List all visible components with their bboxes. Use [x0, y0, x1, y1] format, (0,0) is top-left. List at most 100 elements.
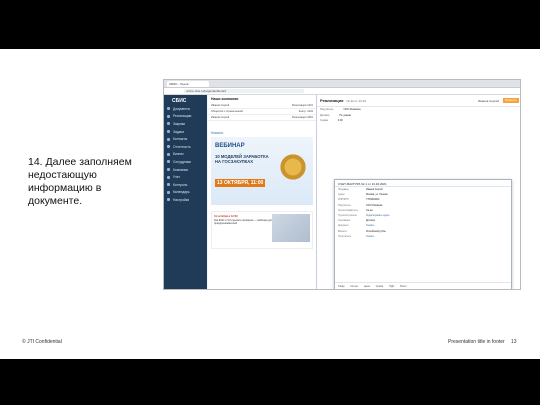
feed-row-number: 1234 [307, 110, 313, 113]
business-icon [167, 152, 170, 156]
address-bar: online.sbis.ru/page/dashboard [164, 88, 520, 95]
control-icon [167, 183, 170, 187]
invoice-popup: СЧЕТ-ФАКТУРА № 1 от 13.10.2021 Продавец И… [334, 179, 512, 289]
invoice-row-label: Валюта [338, 229, 347, 233]
sales-icon [167, 114, 170, 118]
invoice-row-label: Грузоотправитель [338, 208, 358, 212]
field-value: 0.00 [337, 119, 343, 123]
sidebar-item-control[interactable]: Контроль [164, 181, 207, 189]
invoice-row-value: Москва, ул. Ленина [366, 193, 388, 197]
invoice-row-link[interactable]: Указать [366, 224, 375, 227]
sidebar-item-documents[interactable]: Документы [164, 105, 207, 113]
news-card[interactable]: 19 октября в 12:00 Как ФНС и ЧЗ сделали п… [211, 211, 313, 249]
invoice-column-header: Сумма [375, 285, 384, 288]
documents-icon [167, 107, 170, 111]
footer-confidential: © JTI Confidential [22, 339, 62, 345]
webinar-date: 13 ОКТЯБРЯ, 11:00 [215, 179, 266, 187]
sidebar-item-reports[interactable]: Отчетность [164, 143, 207, 151]
contacts-icon [167, 137, 170, 141]
invoice-column-header: Всего [400, 285, 407, 288]
sidebar-item-label: Отчетность [173, 144, 191, 149]
feed-row-name: Иванов Сергей [211, 104, 230, 107]
document-number[interactable]: № 42 от 13.10 [346, 99, 366, 103]
sidebar-item-label: Бизнес [173, 152, 184, 157]
news-card-image [272, 214, 310, 242]
invoice-row-label: Получатель [338, 234, 352, 238]
invoice-columns: Товар Кол-во Цена Сумма НДС Всего [335, 282, 511, 289]
document-header: Реализация № 42 от 13.10 Иванов Сергей П… [317, 95, 520, 107]
invoice-column-header: Кол-во [350, 285, 358, 288]
slide: 14. Далее заполняем недостающую информац… [0, 49, 540, 359]
page-number: 13 [511, 339, 517, 345]
feed-panel: Наши компании Иванов Сергей Реализация 13… [208, 95, 316, 289]
field-label: Сумма [320, 119, 328, 123]
sidebar-item-contacts[interactable]: Контакты [164, 135, 207, 143]
invoice-column-header: НДС [389, 285, 395, 288]
address-field[interactable]: online.sbis.ru/page/dashboard [184, 89, 304, 93]
feed-row-type: Реализация [292, 116, 307, 119]
invoice-row[interactable]: Получатель Указать [335, 234, 511, 239]
post-button[interactable]: Провести [503, 98, 519, 103]
sidebar-item-sales[interactable]: Реализации [164, 113, 207, 121]
invoice-row-value: Договор [366, 219, 376, 223]
sidebar-item-label: Закупки [173, 121, 186, 126]
calendar-icon [167, 190, 170, 194]
invoice-column-header: Товар [338, 285, 345, 288]
invoice-row-link[interactable]: Редактировать адрес [366, 214, 390, 217]
invoice-row-value: Он же [366, 208, 373, 212]
news-card-body: Как ФНС и ЧЗ сделали проверки — вебинар … [214, 218, 273, 226]
sidebar-item-label: Учет [173, 175, 181, 180]
coins-illustration [279, 151, 307, 191]
sidebar-item-accounting[interactable]: Учет [164, 173, 207, 181]
invoice-row-label: Грузополучатель [338, 214, 357, 218]
news-title[interactable]: Новости [208, 121, 316, 137]
field-value: Не указан [339, 113, 352, 117]
document-user[interactable]: Иванов Сергей [478, 99, 499, 103]
app-screenshot: СБИС - Лента online.sbis.ru/page/dashboa… [163, 79, 521, 290]
sidebar-item-tasks[interactable]: Задачи [164, 128, 207, 136]
staff-icon [167, 160, 170, 164]
footer-title: Presentation title in footer [448, 339, 505, 345]
sbis-logo: СБИС [172, 98, 187, 104]
sidebar-item-label: Календарь [173, 190, 190, 195]
sidebar-item-label: Контроль [173, 182, 188, 187]
invoice-row-value: ООО Ромашка [366, 203, 383, 207]
feed-title: Наши компании [211, 97, 239, 101]
invoice-column-header: Цена [363, 285, 370, 288]
browser-tab[interactable]: СБИС - Лента [167, 80, 209, 87]
feed-row-type: Реализация [292, 104, 307, 107]
webinar-subtitle: 10 МОДЕЛЕЙ ЗАРАБОТКА НА ГОСЗАКУПКАХ [215, 154, 269, 164]
document-field[interactable]: Сумма 0.00 [317, 118, 520, 124]
invoice-row-label: Адрес [338, 193, 345, 197]
gear-icon [167, 198, 170, 202]
feed-row-type: Контр. [298, 110, 307, 113]
sidebar-item-label: Контакты [173, 137, 188, 142]
sidebar-item-staff[interactable]: Сотрудники [164, 158, 207, 166]
sidebar-item-label: Компании [173, 167, 189, 172]
accounting-icon [167, 175, 170, 179]
browser-tab-bar: СБИС - Лента [164, 80, 520, 88]
sidebar-item-purchases[interactable]: Закупки [164, 120, 207, 128]
webinar-banner[interactable]: ВЕБИНАР 10 МОДЕЛЕЙ ЗАРАБОТКА НА ГОСЗАКУП… [211, 137, 313, 205]
sidebar-item-label: Задачи [173, 129, 185, 134]
field-label: Покупатель [320, 108, 334, 112]
sidebar-item-label: Сотрудники [173, 159, 191, 164]
reports-icon [167, 145, 170, 149]
step-instruction: 14. Далее заполняем недостающую информац… [28, 156, 132, 207]
field-value: ООО Ромашка [343, 108, 361, 112]
invoice-row-label: Продавец [338, 188, 349, 192]
webinar-label: ВЕБИНАР [215, 143, 245, 149]
sidebar-item-calendar[interactable]: Календарь [164, 189, 207, 197]
sidebar-item-label: Документы [173, 106, 190, 111]
companies-icon [167, 168, 170, 172]
invoice-row-label: Покупатель [338, 203, 351, 207]
invoice-row-link[interactable]: Указать [366, 235, 375, 238]
sidebar-item-settings[interactable]: Настройки [164, 196, 207, 204]
sidebar: СБИС Документы Реализации Закупки Задачи… [164, 95, 207, 289]
sidebar-item-companies[interactable]: Компании [164, 166, 207, 174]
purchases-icon [167, 122, 170, 126]
feed-row-name: Иванов Сергей [211, 116, 230, 119]
sidebar-item-business[interactable]: Бизнес [164, 151, 207, 159]
feed-row-number: 4451 [307, 116, 313, 119]
invoice-popup-title: СЧЕТ-ФАКТУРА № 1 от 13.10.2021 [335, 180, 511, 187]
